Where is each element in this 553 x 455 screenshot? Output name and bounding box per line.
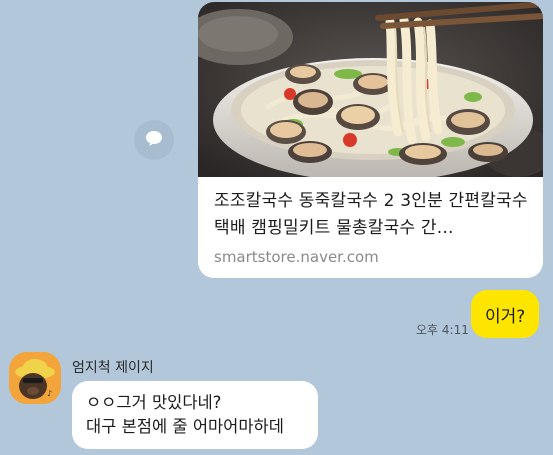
speech-bubble-icon	[144, 128, 164, 152]
chat-room: 조조칼국수 동죽칼국수 2 3인분 간편칼국수 택배 캠핑밀키트 물총칼국수 간…	[0, 0, 553, 455]
link-domain: smartstore.naver.com	[214, 248, 379, 266]
message-line: ㅇㅇ그거 맛있다네?	[86, 393, 222, 412]
incoming-message-bubble[interactable]: ㅇㅇ그거 맛있다네? 대구 본점에 줄 어마어마하데	[72, 381, 318, 449]
link-title[interactable]: 조조칼국수 동죽칼국수 2 3인분 간편칼국수 택배 캠핑밀키트 물총칼국수 간…	[214, 188, 532, 242]
sender-name: 엄지척 제이지	[72, 360, 154, 376]
sender-avatar[interactable]: ♪	[9, 352, 61, 404]
svg-text:♪: ♪	[47, 389, 52, 398]
message-timestamp: 오후 4:11	[416, 323, 469, 337]
outgoing-message-bubble[interactable]: 이거?	[471, 290, 540, 338]
link-preview-card[interactable]: 조조칼국수 동죽칼국수 2 3인분 간편칼국수 택배 캠핑밀키트 물총칼국수 간…	[198, 2, 543, 278]
message-line: 대구 본점에 줄 어마어마하데	[86, 417, 284, 436]
share-button[interactable]	[134, 120, 174, 160]
link-thumbnail	[198, 2, 543, 177]
